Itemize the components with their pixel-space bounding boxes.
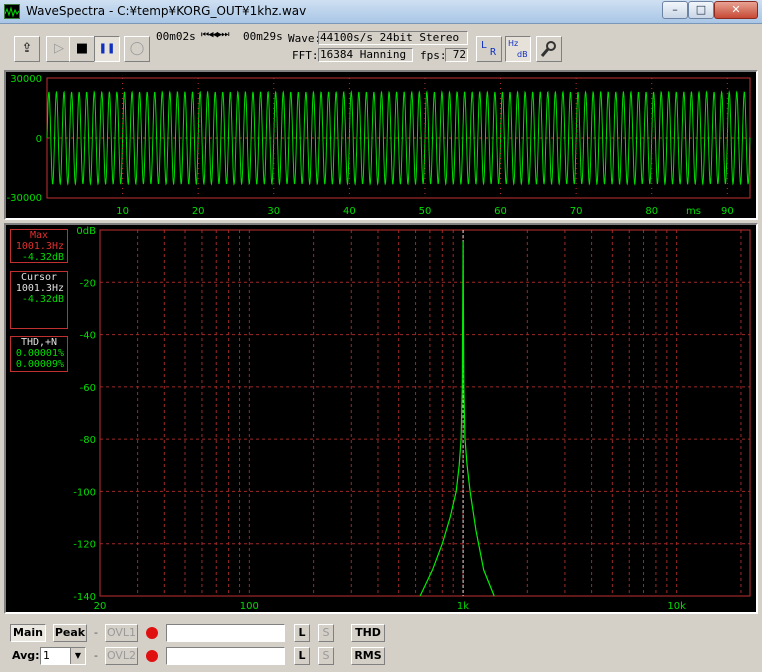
toolbar: ⇪ ▷ ■ ❚❚ ◯ 00m02s ⏮◀◀▶⏭ 00m29s Wave: 441… xyxy=(0,24,762,88)
bottom-controls: Main Peak - OVL1 L S THD Avg: 1 ▼ - OVL2… xyxy=(0,616,762,672)
wave-x-tick: 90 xyxy=(721,206,734,217)
ovl2-button[interactable]: OVL2 xyxy=(105,647,138,665)
maximize-button[interactable]: □ xyxy=(688,1,714,19)
ovl1-record-icon[interactable] xyxy=(146,627,158,639)
waveform-plot: 30000 0 -30000 10 20 30 40 50 60 70 80 90 ms xyxy=(7,74,751,217)
ovl1-s-button[interactable]: S xyxy=(318,624,334,642)
ovl2-l-button[interactable]: L xyxy=(294,647,310,665)
wave-label: Wave: xyxy=(288,32,322,45)
record-icon: ◯ xyxy=(129,41,145,56)
wrench-icon xyxy=(540,41,558,62)
separator: - xyxy=(94,626,98,639)
spectrum-y-tick: -120 xyxy=(73,540,96,551)
separator: - xyxy=(94,649,98,662)
spectrum-y-tick: -140 xyxy=(73,592,96,603)
rms-button[interactable]: RMS xyxy=(351,647,385,665)
ovl1-l-button[interactable]: L xyxy=(294,624,310,642)
avg-label: Avg: xyxy=(12,649,40,662)
window-title: WaveSpectra - C:¥temp¥KORG_OUT¥1khz.wav xyxy=(26,4,307,18)
fft-label: FFT: xyxy=(292,49,319,62)
spectrum-panel: Max 1001.3Hz -4.32dB Cursor 1001.3Hz -4.… xyxy=(4,223,758,614)
thd-button[interactable]: THD xyxy=(351,624,385,642)
ovl1-button[interactable]: OVL1 xyxy=(105,624,138,642)
waveform-trace xyxy=(46,90,751,186)
close-button[interactable]: ✕ xyxy=(714,1,758,19)
spectrum-y-tick: -60 xyxy=(80,383,96,394)
stop-icon: ■ xyxy=(75,41,89,56)
wave-y-tick: 0 xyxy=(36,134,42,145)
avg-select[interactable]: 1 ▼ xyxy=(40,647,86,665)
fps-field: 72 xyxy=(445,48,468,62)
spectrum-x-tick: 1k xyxy=(457,601,469,612)
ovl2-s-button[interactable]: S xyxy=(318,647,334,665)
wave-x-tick: 70 xyxy=(570,206,583,217)
hz-label: Hz xyxy=(508,39,519,48)
settings-button[interactable] xyxy=(536,36,562,62)
record-button[interactable]: ◯ xyxy=(124,36,150,62)
wave-x-unit: ms xyxy=(686,206,701,217)
spectrum-y-tick: -20 xyxy=(80,278,96,289)
open-file-icon: ⇪ xyxy=(21,41,33,56)
waveform-panel: 30000 0 -30000 10 20 30 40 50 60 70 80 90 ms xyxy=(4,70,758,220)
play-icon: ▷ xyxy=(54,41,64,56)
channel-l-label: L xyxy=(481,40,488,51)
channel-r-label: R xyxy=(490,47,497,58)
open-file-button[interactable]: ⇪ xyxy=(14,36,40,62)
ovl2-record-icon[interactable] xyxy=(146,650,158,662)
spectrum-x-tick: 10k xyxy=(667,601,686,612)
navigation-buttons[interactable]: ⏮◀◀▶⏭ xyxy=(201,30,229,40)
wave-x-tick: 20 xyxy=(192,206,205,217)
wave-x-tick: 10 xyxy=(116,206,129,217)
spectrum-plot: 0dB -20 -40 -60 -80 -100 -120 -140 20 100 1k 10k xyxy=(73,226,751,612)
db-label: dB xyxy=(517,50,528,59)
fps-label: fps: xyxy=(420,49,447,62)
wave-x-tick: 30 xyxy=(267,206,280,217)
ovl2-name-field[interactable] xyxy=(166,647,285,665)
spectrum-trace xyxy=(419,241,495,597)
chevron-down-icon[interactable]: ▼ xyxy=(70,648,85,664)
wave-x-tick: 50 xyxy=(419,206,432,217)
stop-button[interactable]: ■ xyxy=(69,36,95,62)
avg-value: 1 xyxy=(43,649,50,662)
pause-button[interactable]: ❚❚ xyxy=(94,36,120,62)
wave-y-tick: 30000 xyxy=(10,74,42,85)
spectrum-frame xyxy=(99,229,751,597)
peak-button[interactable]: Peak xyxy=(53,624,87,642)
spectrum-y-tick: -80 xyxy=(80,435,96,446)
fft-settings-field[interactable]: 16384 Hanning xyxy=(318,48,413,62)
spectrum-x-tick: 20 xyxy=(94,601,107,612)
pause-icon: ❚❚ xyxy=(98,43,116,54)
channel-lr-button[interactable]: L R xyxy=(476,36,502,62)
spectrum-y-tick: -100 xyxy=(73,487,96,498)
spectrum-y-tick: 0dB xyxy=(76,226,96,237)
main-button[interactable]: Main xyxy=(10,624,46,642)
wave-x-tick: 80 xyxy=(645,206,658,217)
app-icon xyxy=(4,4,20,19)
wave-format-field: 44100s/s 24bit Stereo xyxy=(318,31,468,45)
ovl1-name-field[interactable] xyxy=(166,624,285,642)
spectrum-x-tick: 100 xyxy=(240,601,259,612)
minimize-button[interactable]: – xyxy=(662,1,688,19)
title-bar: WaveSpectra - C:¥temp¥KORG_OUT¥1khz.wav … xyxy=(0,0,762,24)
wave-y-tick: -30000 xyxy=(7,193,42,204)
total-time: 00m29s xyxy=(243,30,283,43)
wave-x-tick: 60 xyxy=(494,206,507,217)
wave-x-tick: 40 xyxy=(343,206,356,217)
hz-db-button[interactable]: Hz dB xyxy=(505,36,531,62)
spectrum-y-tick: -40 xyxy=(80,331,96,342)
current-time: 00m02s xyxy=(156,30,196,43)
